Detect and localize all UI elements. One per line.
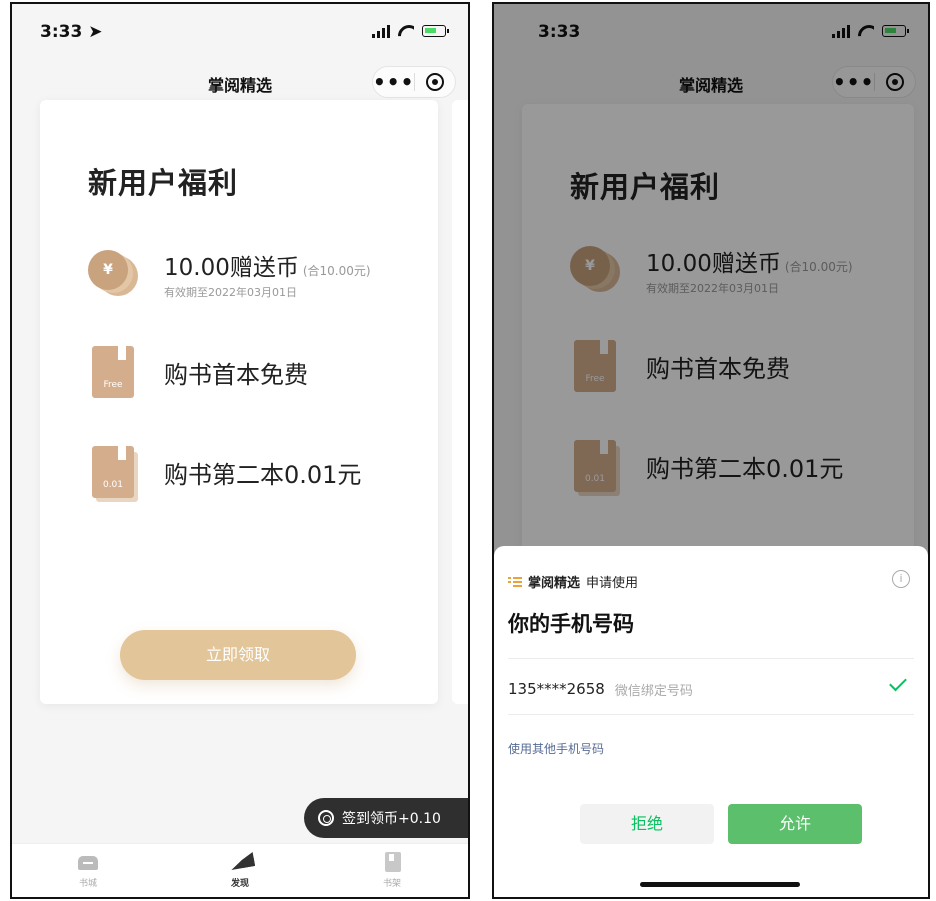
- second-book-text: 购书第二本0.01元: [164, 460, 362, 489]
- check-icon: [889, 673, 907, 692]
- yen-icon: ¥: [88, 250, 128, 290]
- deny-button[interactable]: 拒绝: [580, 804, 714, 844]
- new-user-benefit-card: 新用户福利 ¥ 10.00赠送币 (合10.00元) 有效期至2022年03月01…: [40, 100, 438, 704]
- allow-button[interactable]: 允许: [728, 804, 862, 844]
- battery-icon: [422, 25, 449, 37]
- phone-number: 135****2658: [508, 680, 605, 698]
- mini-program-capsule: •••: [372, 66, 456, 98]
- book-stack-icon: 0.01: [88, 444, 140, 502]
- info-icon[interactable]: i: [892, 570, 910, 588]
- sheet-header: 掌阅精选 申请使用: [508, 572, 638, 591]
- app-name: 掌阅精选: [528, 576, 581, 591]
- sign-in-reward-button[interactable]: 签到领币+0.10: [304, 798, 468, 838]
- free-badge: Free: [103, 380, 123, 390]
- tab-label: 书架: [382, 879, 401, 889]
- close-button[interactable]: [415, 73, 455, 91]
- more-button[interactable]: •••: [373, 72, 414, 92]
- app-logo-icon: [508, 576, 522, 588]
- sign-in-label: 签到领币+0.10: [342, 811, 441, 827]
- book-free-icon: Free: [88, 344, 140, 400]
- phone-screen-right: 3:33 掌阅精选 ••• 新用户福利 ¥ 10.00赠送币 (合10.00元) …: [492, 2, 930, 899]
- bookshelf-icon: [385, 852, 401, 872]
- use-other-phone-link[interactable]: 使用其他手机号码: [508, 740, 604, 757]
- card-title: 新用户福利: [88, 166, 239, 200]
- phone-tag: 微信绑定号码: [614, 683, 693, 699]
- home-icon: [78, 856, 98, 870]
- free-book-text: 购书首本免费: [164, 360, 308, 389]
- phone-authorization-sheet: 掌阅精选 申请使用 i 你的手机号码 135****2658 微信绑定号码 使用…: [494, 546, 928, 897]
- coin-expiry: 有效期至2022年03月01日: [164, 286, 297, 299]
- tab-bookshelf[interactable]: 书架: [316, 844, 468, 897]
- phone-option-wechat[interactable]: 135****2658 微信绑定号码: [508, 673, 914, 704]
- phone-screen-left: 3:33 ➤ 掌阅精选 ••• 新用户福利 ¥ 10.00赠送币 (合10.00元…: [10, 2, 470, 899]
- wifi-icon: [398, 25, 414, 37]
- status-bar: 3:33 ➤: [12, 4, 468, 60]
- target-icon: [426, 73, 445, 91]
- request-text: 申请使用: [586, 576, 639, 591]
- free-book-benefit: Free 购书首本免费: [88, 344, 308, 400]
- tab-bar: 书城 发现 书架: [12, 843, 468, 897]
- claim-now-button[interactable]: 立即领取: [120, 630, 356, 680]
- tab-discover[interactable]: 发现: [164, 844, 316, 897]
- coin-amount: 10.00赠送币: [164, 255, 299, 281]
- tab-bookstore[interactable]: 书城: [12, 844, 164, 897]
- coin-icon: [318, 810, 334, 826]
- coin-stack-icon: ¥: [88, 246, 140, 302]
- paper-plane-icon: [228, 852, 256, 870]
- coin-note: (合10.00元): [302, 264, 371, 278]
- home-indicator: [640, 882, 800, 887]
- status-icons: [372, 24, 449, 38]
- status-time: 3:33 ➤: [40, 22, 103, 42]
- nav-bar: 掌阅精选 •••: [12, 60, 468, 104]
- signal-icon: [372, 24, 390, 38]
- price-badge: 0.01: [102, 480, 124, 490]
- tab-label: 书城: [78, 879, 97, 889]
- coin-benefit: ¥ 10.00赠送币 (合10.00元) 有效期至2022年03月01日: [88, 246, 371, 302]
- sheet-title: 你的手机号码: [508, 612, 634, 636]
- next-card-peek: [452, 100, 468, 704]
- divider: [508, 658, 914, 659]
- tab-label: 发现: [230, 879, 249, 889]
- divider: [508, 714, 914, 715]
- second-book-benefit: 0.01 购书第二本0.01元: [88, 444, 362, 502]
